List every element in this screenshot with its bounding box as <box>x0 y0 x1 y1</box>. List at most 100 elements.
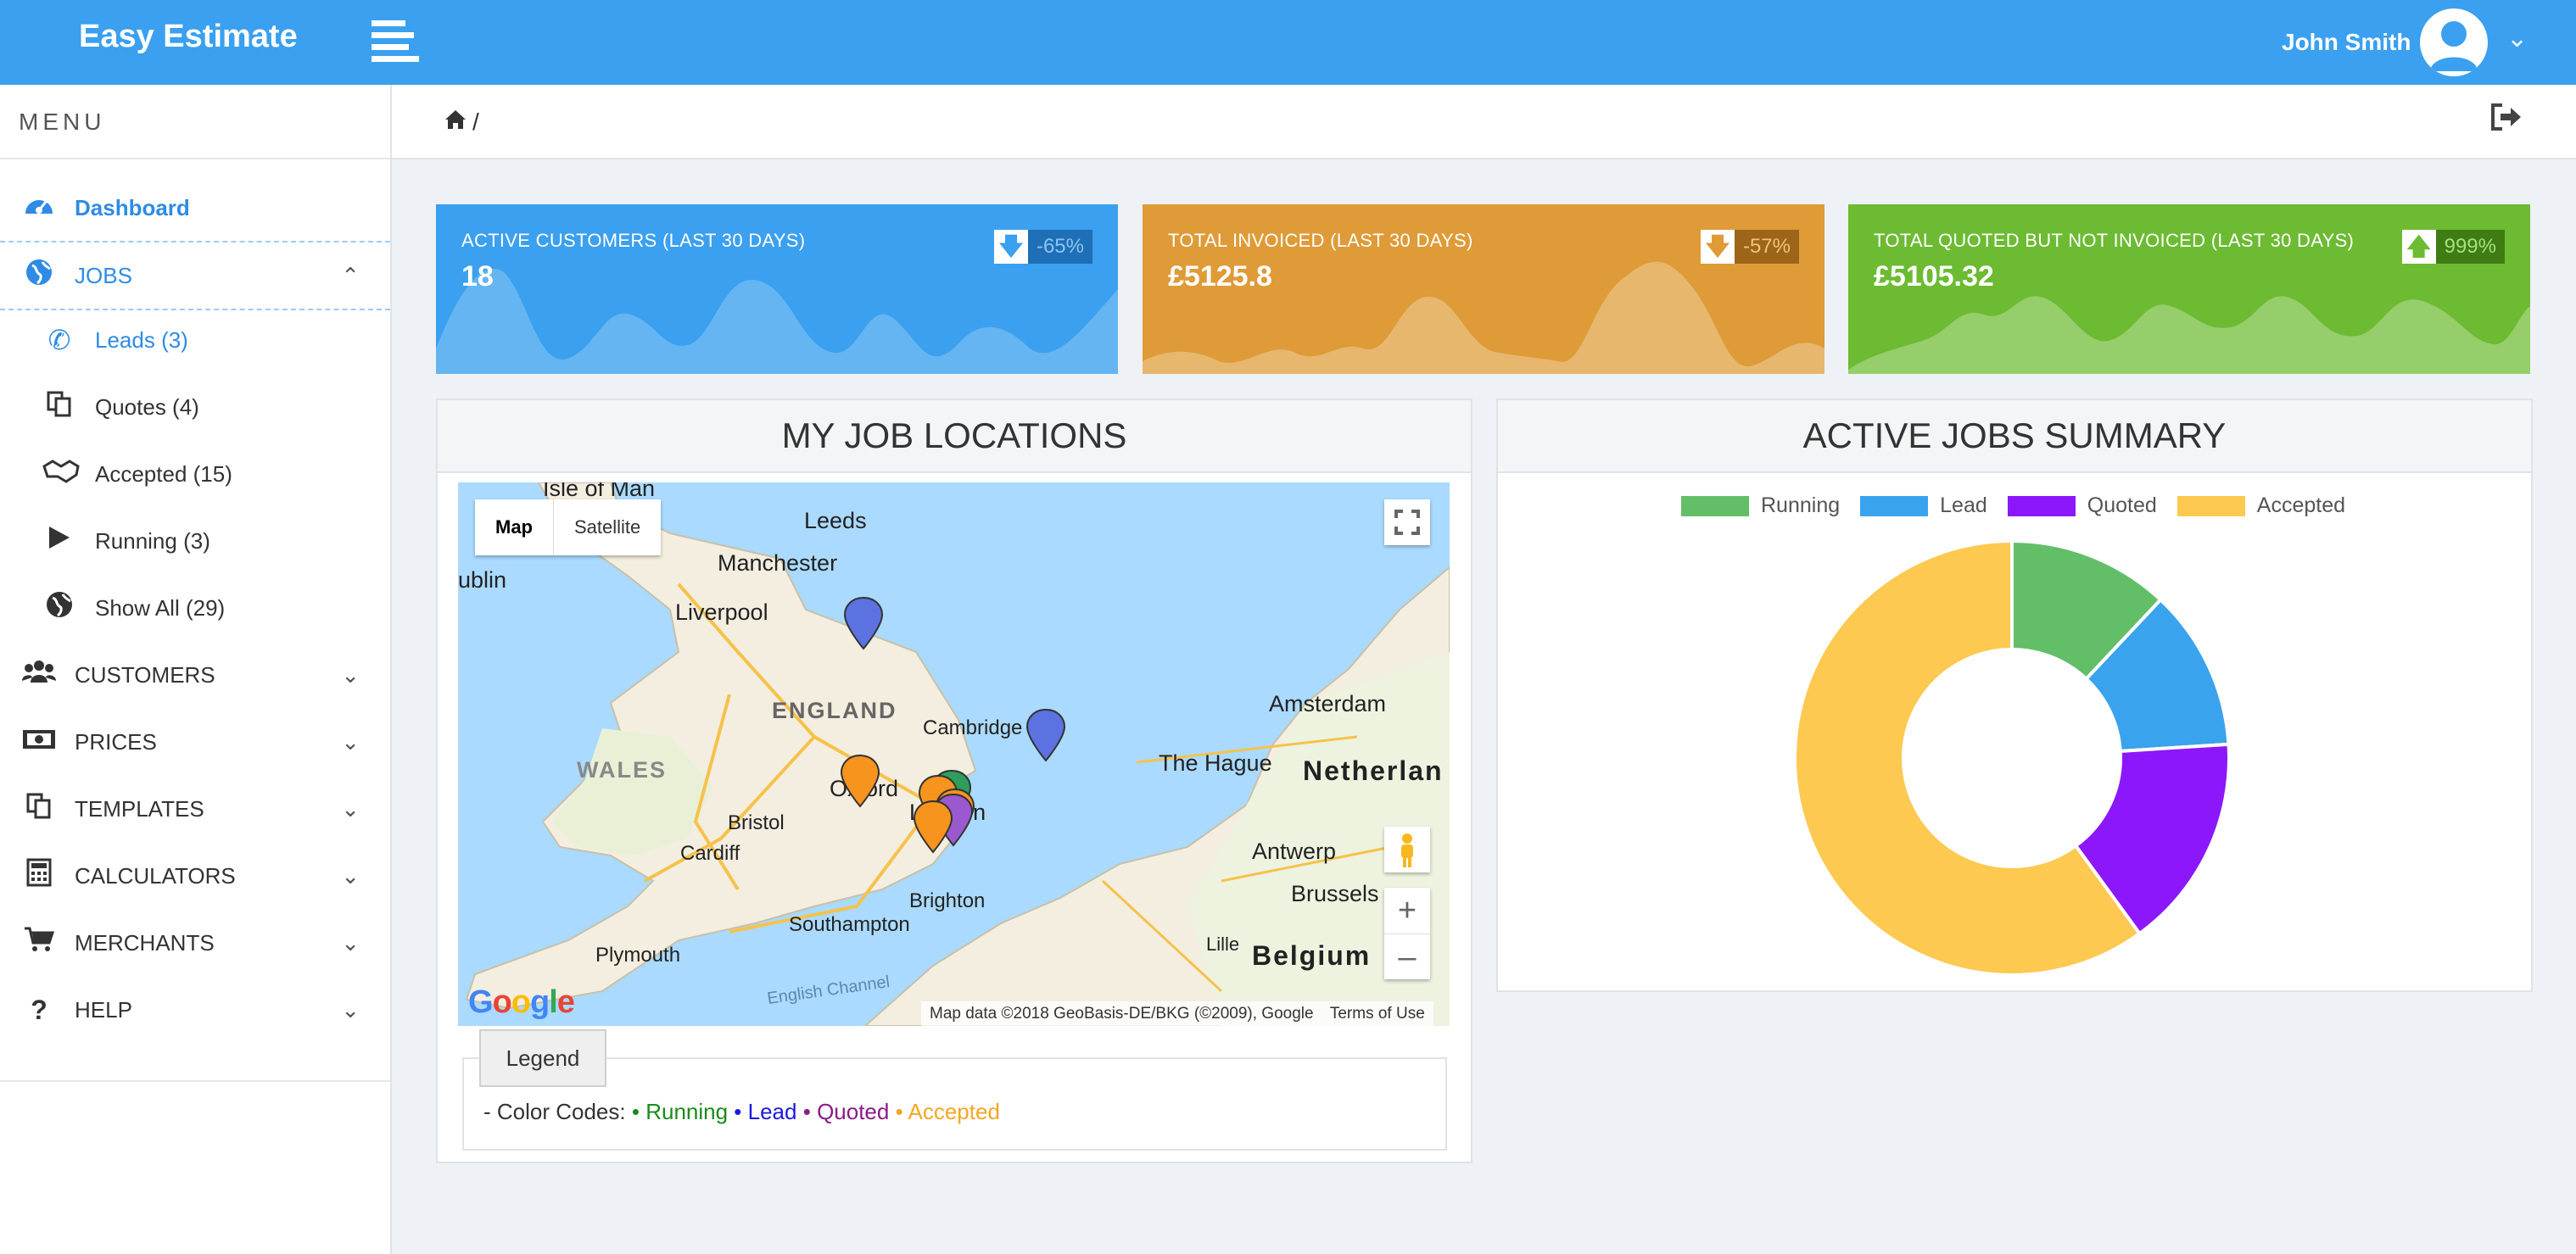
map-place-label: ENGLAND <box>772 698 897 723</box>
card-label: TOTAL QUOTED BUT NOT INVOICED (LAST 30 D… <box>1874 230 2355 251</box>
color-codes: - Color Codes: • Running • Lead • Quoted… <box>483 1099 1000 1124</box>
map-place-label: Southampton <box>789 913 910 936</box>
map-place-label: Lille <box>1206 934 1240 955</box>
sidebar-item-calculators[interactable]: CALCULATORS ⌄ <box>0 843 390 909</box>
phone-icon: ✆ <box>47 325 71 355</box>
legend-swatch <box>1681 495 1749 516</box>
dashboard-icon <box>22 192 56 224</box>
card-label: ACTIVE CUSTOMERS (LAST 30 DAYS) <box>461 230 806 251</box>
sidebar-item-quotes[interactable]: Quotes (4) <box>0 374 390 440</box>
play-icon <box>42 525 76 557</box>
map-button[interactable]: Map <box>475 499 553 555</box>
change-badge: 🡅 999% <box>2401 230 2505 264</box>
change-value: -65% <box>1027 230 1092 264</box>
map-place-label: London <box>909 800 986 825</box>
attribution-text: Map data ©2018 GeoBasis-DE/BKG (©2009), … <box>930 1005 1314 1023</box>
chevron-down-icon: ⌄ <box>341 996 360 1023</box>
map-place-label: ublin <box>458 567 507 593</box>
app-title[interactable]: Easy Estimate <box>79 19 298 55</box>
map-place-label: Bristol <box>728 811 785 834</box>
sidebar-item-label: Show All (29) <box>95 594 226 621</box>
chevron-down-icon: ⌄ <box>341 929 360 956</box>
legend-item[interactable]: Accepted <box>2176 493 2345 518</box>
map-place-label: Amsterdam <box>1269 691 1387 716</box>
map[interactable]: Map Satellite + – Isle of Man Leeds Manc… <box>458 482 1450 1026</box>
sidebar-item-show-all[interactable]: Show All (29) <box>0 575 390 641</box>
sidebar-item-label: PRICES <box>75 728 157 755</box>
map-place-label: Netherlan <box>1303 755 1444 786</box>
change-badge: 🡇 -57% <box>1700 230 1799 264</box>
zoom-out-icon[interactable]: – <box>1384 934 1430 980</box>
donut-chart <box>1793 538 2231 977</box>
stat-card-total-quoted: TOTAL QUOTED BUT NOT INVOICED (LAST 30 D… <box>1848 204 2530 374</box>
sidebar-item-label: TEMPLATES <box>75 795 204 822</box>
sidebar-item-jobs[interactable]: JOBS ⌃ <box>0 241 390 310</box>
terms-link[interactable]: Terms of Use <box>1330 1005 1425 1023</box>
chart-legend: Running Lead Quoted Accepted <box>1681 493 2366 518</box>
map-place-label: Antwerp <box>1252 839 1337 864</box>
hamburger-menu-icon[interactable] <box>372 20 419 62</box>
legend-swatch <box>1860 495 1929 516</box>
map-place-label: Brussels <box>1291 881 1379 906</box>
stat-card-total-invoiced: TOTAL INVOICED (LAST 30 DAYS) £5125.8 🡇 … <box>1143 204 1824 374</box>
handshake-icon <box>42 458 80 490</box>
breadcrumb: / <box>392 85 2576 159</box>
home-icon[interactable] <box>444 109 467 136</box>
fullscreen-icon[interactable] <box>1384 499 1430 545</box>
map-place-label: Isle of Man <box>543 482 656 501</box>
zoom-in-icon[interactable]: + <box>1384 888 1430 934</box>
chevron-down-icon: ⌄ <box>341 728 360 755</box>
arrow-down-icon: 🡇 <box>1700 230 1735 264</box>
sidebar-item-label: Leads (3) <box>95 326 188 353</box>
sidebar-item-templates[interactable]: TEMPLATES ⌄ <box>0 776 390 842</box>
users-icon <box>22 659 56 691</box>
divider <box>0 1080 390 1082</box>
card-value: £5125.8 <box>1168 260 1272 293</box>
user-name[interactable]: John Smith <box>2282 29 2411 56</box>
legend-swatch <box>2007 495 2076 516</box>
map-place-label: Oxford <box>830 776 899 801</box>
sidebar-item-running[interactable]: Running (3) <box>0 508 390 574</box>
legend-button[interactable]: Legend <box>479 1029 606 1087</box>
sidebar-item-dashboard[interactable]: Dashboard <box>0 175 390 241</box>
sidebar-item-customers[interactable]: CUSTOMERS ⌄ <box>0 642 390 708</box>
code-quoted: Quoted <box>817 1099 890 1124</box>
chevron-down-icon: ⌄ <box>341 795 360 822</box>
sidebar-item-leads[interactable]: ✆ Leads (3) <box>0 307 390 373</box>
sidebar-item-label: CALCULATORS <box>75 862 236 889</box>
logout-icon[interactable] <box>2490 103 2523 138</box>
avatar[interactable] <box>2420 8 2488 76</box>
top-bar: Easy Estimate John Smith ⌄ <box>0 0 2576 85</box>
code-running: Running <box>645 1099 729 1124</box>
map-place-label: The Hague <box>1159 750 1272 776</box>
legend-swatch <box>2176 495 2245 516</box>
change-value: -57% <box>1734 230 1799 264</box>
map-place-label: WALES <box>577 757 668 783</box>
street-view-pegman-icon[interactable] <box>1384 827 1430 872</box>
sidebar-item-label: Accepted (15) <box>95 460 232 487</box>
legend-item[interactable]: Quoted <box>2007 493 2157 518</box>
sidebar-item-prices[interactable]: PRICES ⌄ <box>0 709 390 775</box>
legend-item[interactable]: Running <box>1681 493 1840 518</box>
legend-item[interactable]: Lead <box>1860 493 1987 518</box>
map-type-control: Map Satellite <box>475 499 662 555</box>
sidebar-item-label: Dashboard <box>75 194 190 220</box>
chevron-down-icon: ⌄ <box>341 661 360 688</box>
arrow-up-icon: 🡅 <box>2401 230 2436 264</box>
copy-icon <box>42 390 76 424</box>
legend-label: Running <box>1761 493 1841 517</box>
sidebar-item-help[interactable]: ? HELP ⌄ <box>0 977 390 1043</box>
map-place-label: Cambridge <box>923 716 1023 739</box>
chevron-down-icon[interactable]: ⌄ <box>2506 24 2528 53</box>
breadcrumb-separator: / <box>472 109 479 135</box>
change-badge: 🡇 -65% <box>993 230 1092 264</box>
map-place-label: Belgium <box>1252 940 1372 971</box>
sidebar-item-merchants[interactable]: MERCHANTS ⌄ <box>0 910 390 976</box>
sidebar-item-label: HELP <box>75 996 132 1023</box>
legend-label: Lead <box>1940 493 1987 517</box>
user-avatar-icon <box>2430 21 2478 71</box>
sidebar-item-accepted[interactable]: Accepted (15) <box>0 441 390 507</box>
map-attribution: Map data ©2018 GeoBasis-DE/BKG (©2009), … <box>921 1001 1433 1026</box>
code-accepted: Accepted <box>908 1099 1000 1124</box>
satellite-button[interactable]: Satellite <box>553 499 661 555</box>
